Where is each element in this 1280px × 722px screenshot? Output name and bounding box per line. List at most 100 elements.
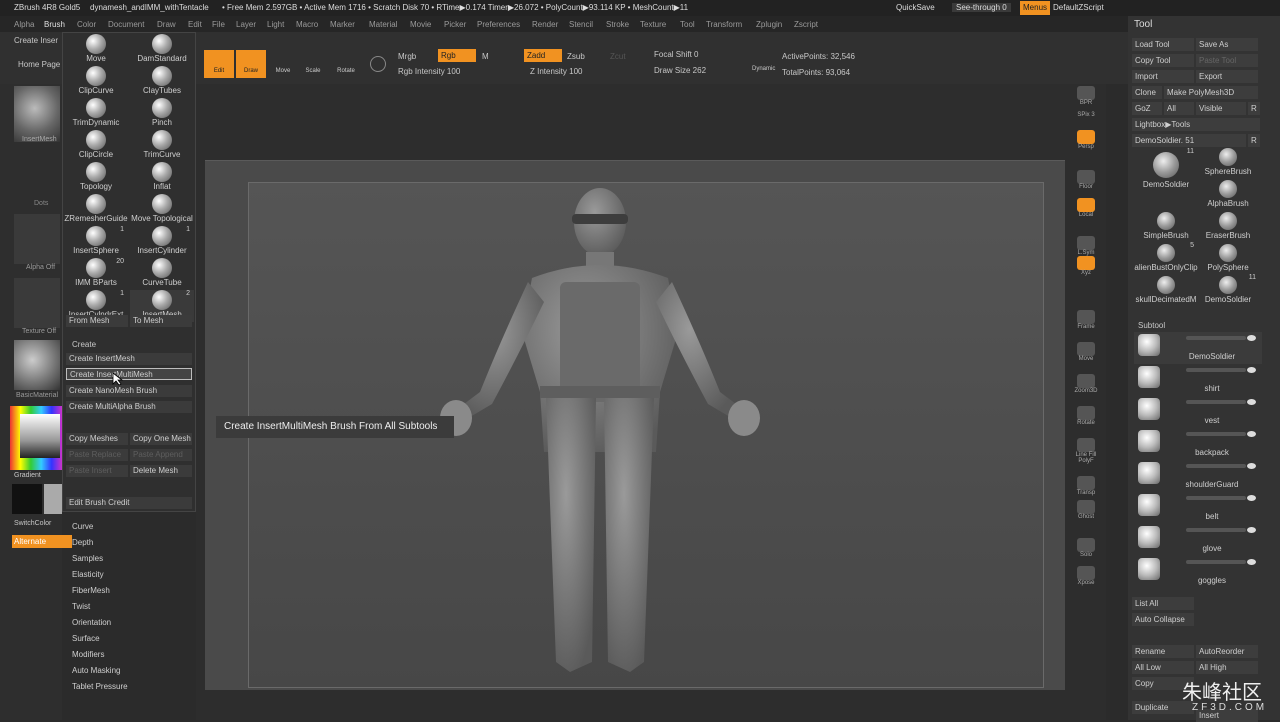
shelf-move-button[interactable]: Move [1072,342,1100,370]
tool-thumb-demosoldier[interactable]: DemoSoldier 11 [1134,148,1198,212]
submenu-twist[interactable]: Twist [72,602,90,611]
create-insertmultimesh-button[interactable]: Create InsertMultiMesh [66,368,192,380]
shelf-bpr-button[interactable]: BPR [1072,86,1100,114]
submenu-orientation[interactable]: Orientation [72,618,111,627]
rgb-button[interactable]: Rgb [438,49,476,62]
shelf-line-fill-polyf-button[interactable]: Line Fill PolyF [1072,438,1100,466]
eye-icon[interactable] [1247,527,1256,533]
goz-visible-button[interactable]: Visible [1196,102,1246,115]
secondary-color-swatch[interactable] [12,484,42,514]
list-all-button[interactable]: List All [1132,597,1194,610]
eye-icon[interactable] [1247,463,1256,469]
shelf-floor-button[interactable]: Floor [1072,170,1100,198]
submenu-samples[interactable]: Samples [72,554,103,563]
menu-marker[interactable]: Marker [330,20,355,29]
shelf-xpose-button[interactable]: Xpose [1072,566,1100,594]
subtool-toggles[interactable] [1186,496,1246,500]
shelf-rotate-button[interactable]: Rotate [1072,406,1100,434]
color-value-square[interactable] [20,414,60,458]
subtool-toggles[interactable] [1186,528,1246,532]
paste-append-button[interactable]: Paste Append [130,449,192,461]
m-button[interactable]: M [482,52,489,61]
rename-button[interactable]: Rename [1132,645,1194,658]
menu-zscript[interactable]: Zscript [794,20,818,29]
shelf-local-button[interactable]: Local [1072,198,1100,226]
menu-file[interactable]: File [212,20,225,29]
save-as-button[interactable]: Save As [1196,38,1258,51]
menu-picker[interactable]: Picker [444,20,466,29]
subtool-toggles[interactable] [1186,560,1246,564]
subtool-demosoldier[interactable]: DemoSoldier [1134,332,1262,364]
shelf-zoom3d-button[interactable]: Zoom3D [1072,374,1100,402]
brush-imm-bparts[interactable]: IMM BParts 20 [64,258,128,290]
zadd-button[interactable]: Zadd [524,49,562,62]
subtool-toggles[interactable] [1186,336,1246,340]
shelf-persp-button[interactable]: Persp [1072,130,1100,158]
menu-material[interactable]: Material [369,20,397,29]
material-thumbnail[interactable] [14,340,60,390]
from-mesh-button[interactable]: From Mesh [66,315,128,327]
goz-button[interactable]: GoZ [1132,102,1162,115]
tool-thumb-demosoldier[interactable]: DemoSoldier 11 [1196,274,1260,324]
brush-topology[interactable]: Topology [64,162,128,194]
focal-shift-slider[interactable]: Focal Shift 0 [654,50,698,59]
scale-button[interactable]: Scale [300,52,326,78]
lightbox-tools-button[interactable]: Lightbox▶Tools [1132,118,1260,131]
menus-button[interactable]: Menus [1020,1,1051,15]
subtool-shirt[interactable]: shirt [1134,364,1262,396]
zsub-button[interactable]: Zsub [567,52,585,61]
menu-document[interactable]: Document [108,20,144,29]
load-tool-button[interactable]: Load Tool [1132,38,1194,51]
menu-layer[interactable]: Layer [236,20,256,29]
shelf-solo-button[interactable]: Solo [1072,538,1100,566]
current-brush-thumbnail[interactable] [14,86,60,142]
submenu-curve[interactable]: Curve [72,522,93,531]
home-page-button[interactable]: Home Page [18,60,60,69]
menu-brush[interactable]: Brush [44,20,65,29]
menu-render[interactable]: Render [532,20,558,29]
rotate-button[interactable]: Rotate [333,52,359,78]
subtool-toggles[interactable] [1186,368,1246,372]
import-button[interactable]: Import [1132,70,1194,83]
shelf-ghost-button[interactable]: Ghost [1072,500,1100,528]
paste-tool-button[interactable]: Paste Tool [1196,54,1258,67]
subtool-goggles[interactable]: goggles [1134,556,1262,588]
brush-zremesherguide[interactable]: ZRemesherGuide [64,194,128,226]
menu-texture[interactable]: Texture [640,20,666,29]
brush-damstandard[interactable]: DamStandard [130,34,194,66]
draw-button[interactable]: Draw [236,50,266,78]
subtool-toggles[interactable] [1186,464,1246,468]
all-low-button[interactable]: All Low [1132,661,1194,674]
edit-button[interactable]: Edit [204,50,234,78]
copy-tool-button[interactable]: Copy Tool [1132,54,1194,67]
menu-macro[interactable]: Macro [296,20,318,29]
eye-icon[interactable] [1247,399,1256,405]
menu-light[interactable]: Light [267,20,284,29]
texture-thumbnail[interactable] [14,278,60,328]
menu-color[interactable]: Color [77,20,96,29]
subtool-vest[interactable]: vest [1134,396,1262,428]
goz-r-button[interactable]: R [1248,102,1260,115]
material-sphere-icon[interactable] [370,56,386,72]
brush-trimdynamic[interactable]: TrimDynamic [64,98,128,130]
move-button[interactable]: Move [270,52,296,78]
alpha-thumbnail[interactable] [14,214,60,264]
auto-reorder-button[interactable]: AutoReorder [1196,645,1258,658]
brush-insertsphere[interactable]: InsertSphere 1 [64,226,128,258]
primary-color-swatch[interactable] [44,484,62,514]
eye-icon[interactable] [1247,559,1256,565]
menu-zplugin[interactable]: Zplugin [756,20,782,29]
zcut-button[interactable]: Zcut [610,52,626,61]
paste-replace-button[interactable]: Paste Replace [66,449,128,461]
brush-move-topological[interactable]: Move Topological [130,194,194,226]
to-mesh-button[interactable]: To Mesh [130,315,192,327]
quicksave-button[interactable]: QuickSave [896,3,935,12]
make-polymesh3d-button[interactable]: Make PolyMesh3D [1164,86,1258,99]
brush-move[interactable]: Move [64,34,128,66]
tool-thumb-skulldecimatedm[interactable]: skullDecimatedM [1134,274,1198,324]
brush-clipcurve[interactable]: ClipCurve [64,66,128,98]
create-multialpha-brush-button[interactable]: Create MultiAlpha Brush [66,401,192,413]
brush-clipcircle[interactable]: ClipCircle [64,130,128,162]
export-button[interactable]: Export [1196,70,1258,83]
brush-pinch[interactable]: Pinch [130,98,194,130]
